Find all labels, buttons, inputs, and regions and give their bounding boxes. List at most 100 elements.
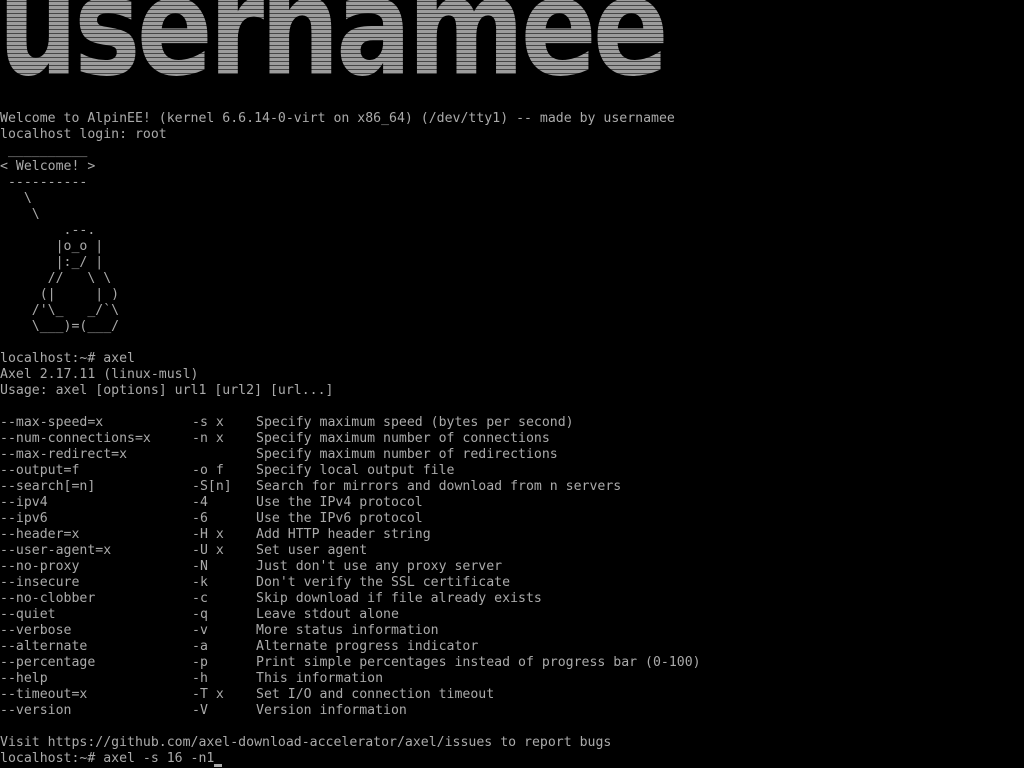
option-short: -k (192, 575, 208, 590)
option-long: --max-speed=x (0, 415, 104, 430)
art-line: \ (0, 207, 40, 222)
option-row: --verbose -v More status information (0, 623, 1024, 639)
option-short: -s x (192, 415, 224, 430)
option-desc: Specify maximum number of redirections (256, 447, 558, 462)
command-input-text: localhost:~# axel -s 16 -n1 (0, 751, 215, 766)
command-input-line[interactable]: localhost:~# axel -s 16 -n1 (0, 751, 1024, 767)
option-long: --version (0, 703, 72, 718)
terminal-output: Welcome to AlpinEE! (kernel 6.6.14-0-vir… (0, 111, 1024, 767)
option-desc: Search for mirrors and download from n s… (256, 479, 622, 494)
option-row: --output=f -o f Specify local output file (0, 463, 1024, 479)
option-desc: Print simple percentages instead of prog… (256, 655, 701, 670)
art-line: \ (0, 191, 32, 206)
option-short: -4 (192, 495, 208, 510)
option-long: --no-proxy (0, 559, 80, 574)
option-desc: Leave stdout alone (256, 607, 399, 622)
option-short: -6 (192, 511, 208, 526)
option-desc: Use the IPv4 protocol (256, 495, 423, 510)
option-desc: Use the IPv6 protocol (256, 511, 423, 526)
option-row: --no-clobber -c Skip download if file alre… (0, 591, 1024, 607)
option-row: --percentage -p Print simple percentages i… (0, 655, 1024, 671)
option-row: --max-speed=x -s x Specify maximum speed (… (0, 415, 1024, 431)
art-line: \___)=(___/ (0, 319, 120, 334)
option-long: --output=f (0, 463, 80, 478)
option-desc: More status information (256, 623, 439, 638)
option-desc: Don't verify the SSL certificate (256, 575, 511, 590)
option-long: --search[=n] (0, 479, 96, 494)
option-short: -v (192, 623, 208, 638)
art-line: __________ (0, 143, 88, 158)
art-line: |o_o | (0, 239, 104, 254)
option-desc: Alternate progress indicator (256, 639, 479, 654)
art-line: ---------- (0, 175, 88, 190)
welcome-line: Welcome to AlpinEE! (kernel 6.6.14-0-vir… (0, 111, 675, 126)
option-row: --version -V Version information (0, 703, 1024, 719)
option-long: --no-clobber (0, 591, 96, 606)
text-cursor (214, 764, 223, 767)
version-line: Axel 2.17.11 (linux-musl) (0, 367, 199, 382)
option-short: -H x (192, 527, 224, 542)
option-short: -h (192, 671, 208, 686)
option-long: --num-connections=x (0, 431, 151, 446)
option-row: --help -h This information (0, 671, 1024, 687)
option-long: --ipv6 (0, 511, 48, 526)
option-desc: Set user agent (256, 543, 368, 558)
option-row: --no-proxy -N Just don't use any proxy ser… (0, 559, 1024, 575)
option-long: --user-agent=x (0, 543, 112, 558)
art-line: (| | ) (0, 287, 120, 302)
option-row: --num-connections=x -n x Specify maximum n… (0, 431, 1024, 447)
option-long: --ipv4 (0, 495, 48, 510)
command-prompt: localhost:~# axel (0, 351, 135, 366)
option-long: --insecure (0, 575, 80, 590)
options-list: --max-speed=x -s x Specify maximum speed (… (0, 415, 1024, 719)
ascii-banner: usernamee (0, 0, 1024, 86)
option-short: -U x (192, 543, 224, 558)
option-desc: Set I/O and connection timeout (256, 687, 495, 702)
option-short: -S[n] (192, 479, 232, 494)
option-long: --verbose (0, 623, 72, 638)
option-desc: Just don't use any proxy server (256, 559, 503, 574)
option-row: --user-agent=x -U x Set user agent (0, 543, 1024, 559)
option-desc: Skip download if file already exists (256, 591, 542, 606)
banner-scanlines (0, 0, 1024, 86)
option-desc: Specify maximum number of connections (256, 431, 550, 446)
option-long: --header=x (0, 527, 80, 542)
option-desc: Specify maximum speed (bytes per second) (256, 415, 574, 430)
option-row: --quiet -q Leave stdout alone (0, 607, 1024, 623)
option-desc: This information (256, 671, 384, 686)
art-line: .--. (0, 223, 96, 238)
option-row: --ipv6 -6 Use the IPv6 protocol (0, 511, 1024, 527)
option-long: --max-redirect=x (0, 447, 128, 462)
art-line: /'\_ _/`\ (0, 303, 120, 318)
art-line: |:_/ | (0, 255, 104, 270)
option-short: -n x (192, 431, 224, 446)
usage-line: Usage: axel [options] url1 [url2] [url..… (0, 383, 334, 398)
option-long: --timeout=x (0, 687, 88, 702)
option-long: --help (0, 671, 48, 686)
option-row: --alternate -a Alternate progress indicato… (0, 639, 1024, 655)
option-desc: Add HTTP header string (256, 527, 431, 542)
option-row: --ipv4 -4 Use the IPv4 protocol (0, 495, 1024, 511)
option-desc: Specify local output file (256, 463, 455, 478)
login-line: localhost login: root (0, 127, 167, 142)
option-row: --search[=n] -S[n] Search for mirrors and … (0, 479, 1024, 495)
option-long: --quiet (0, 607, 56, 622)
option-desc: Version information (256, 703, 407, 718)
option-short: -a (192, 639, 208, 654)
option-row: --header=x -H x Add HTTP header string (0, 527, 1024, 543)
terminal-screen[interactable]: usernamee Welcome to AlpinEE! (kernel 6.… (0, 0, 1024, 768)
option-short: -N (192, 559, 208, 574)
option-short: -p (192, 655, 208, 670)
option-short: -o f (192, 463, 224, 478)
option-short: -q (192, 607, 208, 622)
option-row: --timeout=x -T x Set I/O and connection ti… (0, 687, 1024, 703)
option-row: --insecure -k Don't verify the SSL certifi… (0, 575, 1024, 591)
option-short: -T x (192, 687, 224, 702)
option-long: --alternate (0, 639, 88, 654)
art-line: < Welcome! > (0, 159, 96, 174)
art-line: // \ \ (0, 271, 112, 286)
option-long: --percentage (0, 655, 96, 670)
